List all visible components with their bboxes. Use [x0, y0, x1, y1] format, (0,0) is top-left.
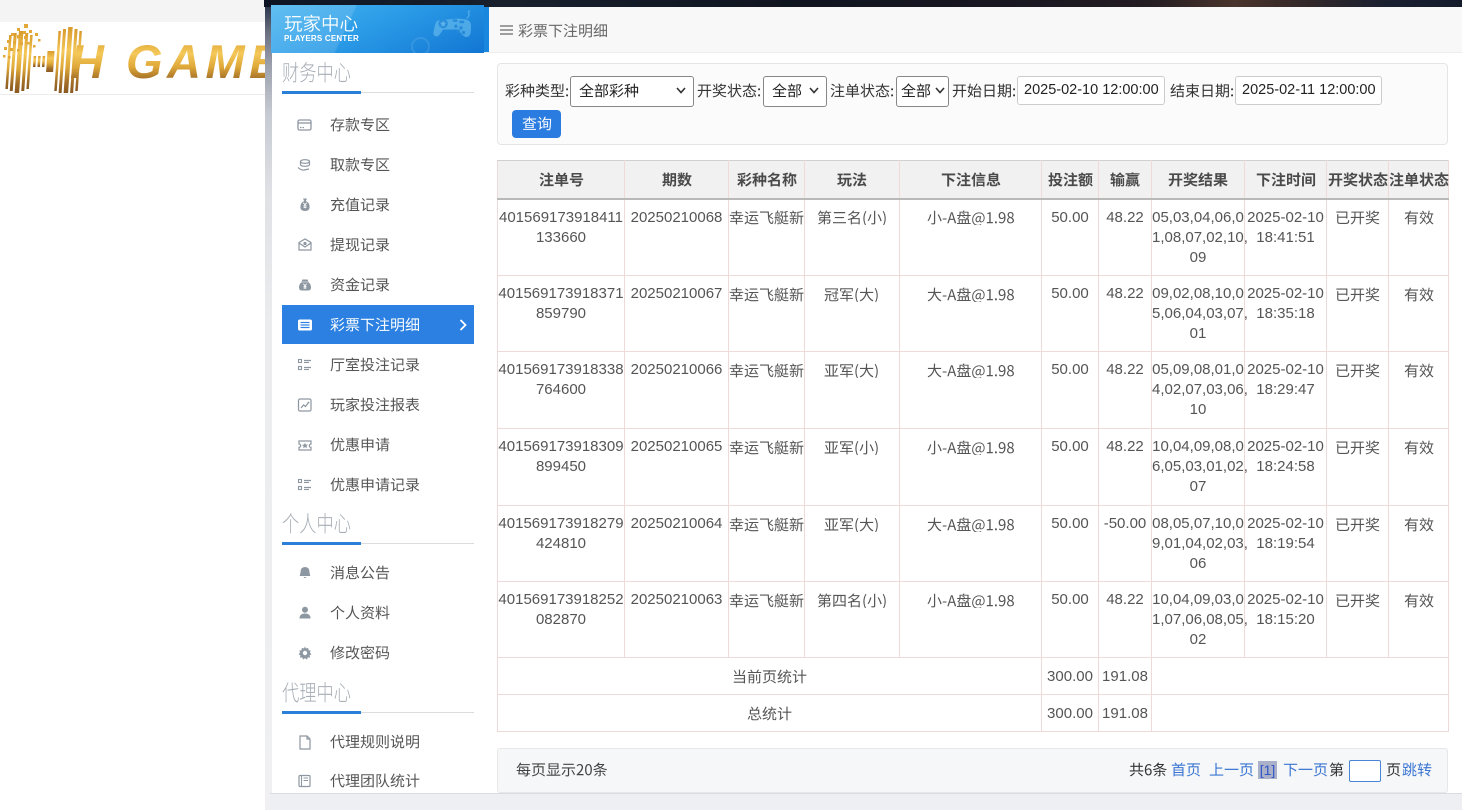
svg-text:H GAME: H GAME: [70, 35, 266, 88]
